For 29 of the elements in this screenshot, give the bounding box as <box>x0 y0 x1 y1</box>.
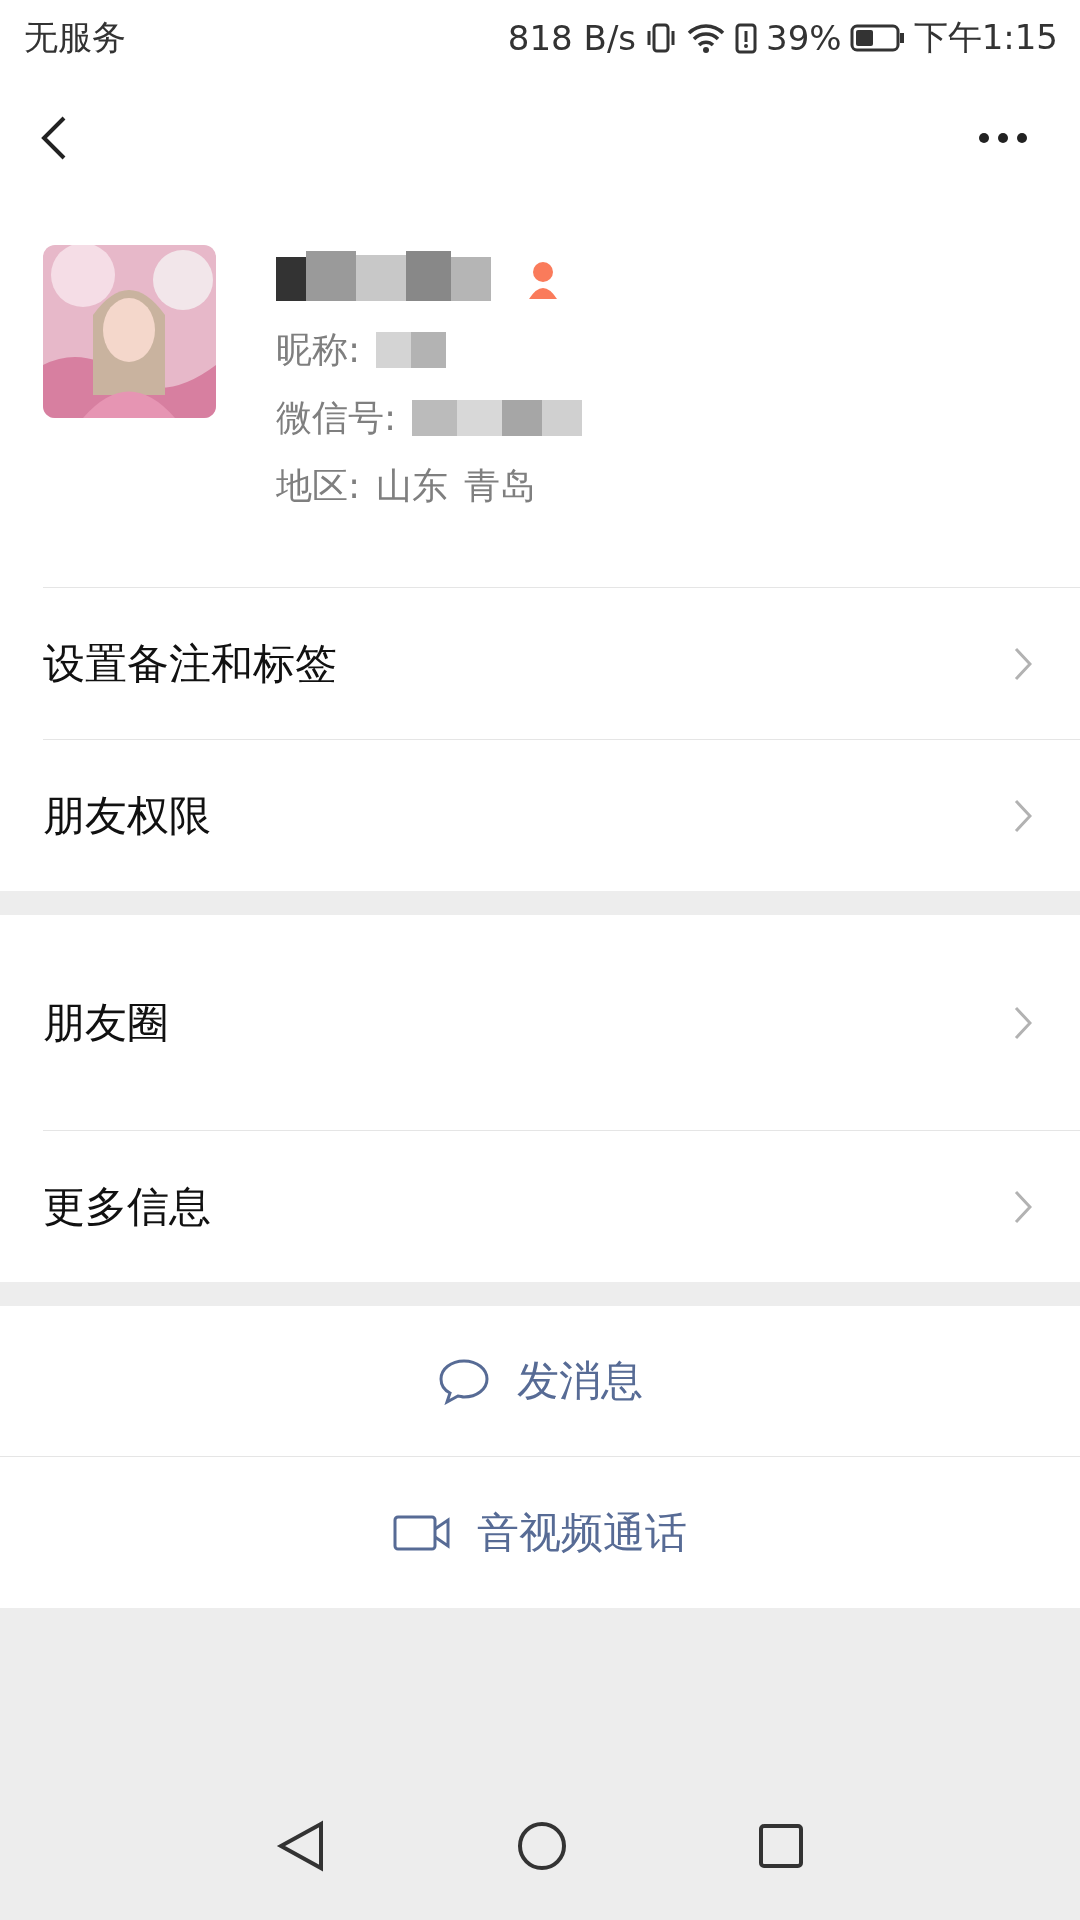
nickname-label: 昵称: <box>276 327 361 372</box>
chevron-icon <box>1014 1189 1032 1224</box>
menu-row[interactable]: 朋友权限 <box>43 739 1080 891</box>
network-speed: 818 B/s <box>507 18 637 58</box>
menu-row[interactable]: 朋友圈 <box>43 915 1080 1130</box>
chat-bubble-icon <box>437 1357 491 1405</box>
recents-square-icon[interactable] <box>758 1823 804 1869</box>
battery-alert-icon <box>734 21 759 55</box>
menu-row[interactable]: 设置备注和标签 <box>43 587 1080 739</box>
wifi-icon <box>686 21 727 55</box>
video-camera-icon <box>393 1513 451 1552</box>
wechat-id-label: 微信号: <box>276 395 397 440</box>
home-circle-icon[interactable] <box>516 1820 568 1872</box>
pixelated-nickname <box>376 332 447 368</box>
battery-percent: 39% <box>766 18 842 58</box>
region-value: 青岛 <box>464 463 537 508</box>
menu-row[interactable]: 更多信息 <box>43 1130 1080 1282</box>
back-triangle-icon[interactable] <box>276 1820 326 1872</box>
clock-text: 下午1:15 <box>913 16 1058 59</box>
female-icon <box>526 259 560 299</box>
battery-icon <box>849 23 906 53</box>
carrier-text: 无服务 <box>24 16 126 59</box>
chevron-icon <box>1014 646 1032 681</box>
more-icon[interactable] <box>978 132 1028 144</box>
chevron-icon <box>1014 798 1032 833</box>
chevron-icon <box>1014 1005 1032 1040</box>
back-icon[interactable] <box>40 114 68 162</box>
region-value: 山东 <box>376 463 449 508</box>
region-label: 地区: <box>276 463 361 508</box>
